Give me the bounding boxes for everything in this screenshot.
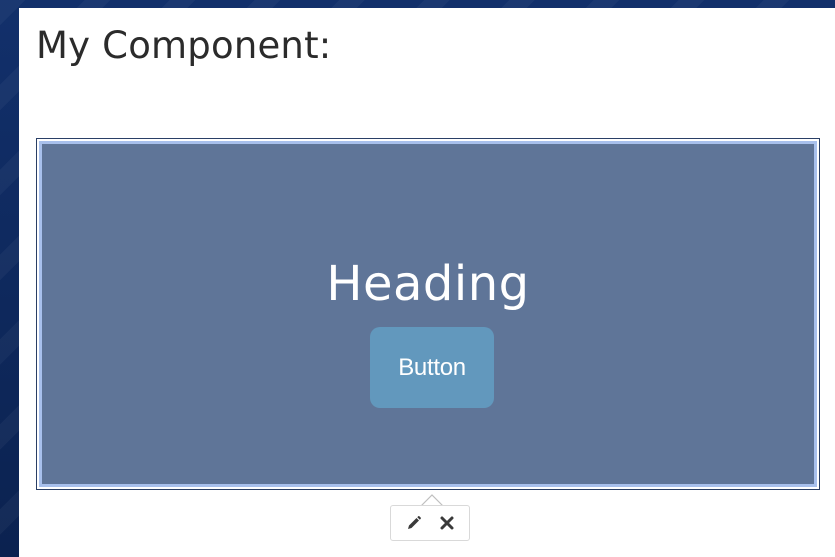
edit-button[interactable] xyxy=(400,509,428,537)
close-icon xyxy=(440,516,453,530)
content-panel: My Component: Heading Button xyxy=(19,8,835,557)
component-preview[interactable]: Heading Button xyxy=(39,141,817,487)
pencil-icon xyxy=(407,516,421,529)
component-toolbar xyxy=(390,505,470,541)
component-button[interactable]: Button xyxy=(370,327,494,408)
page-title: My Component: xyxy=(36,24,332,67)
selected-component[interactable]: Heading Button xyxy=(36,138,820,490)
delete-button[interactable] xyxy=(433,509,461,537)
component-heading[interactable]: Heading xyxy=(42,256,814,312)
